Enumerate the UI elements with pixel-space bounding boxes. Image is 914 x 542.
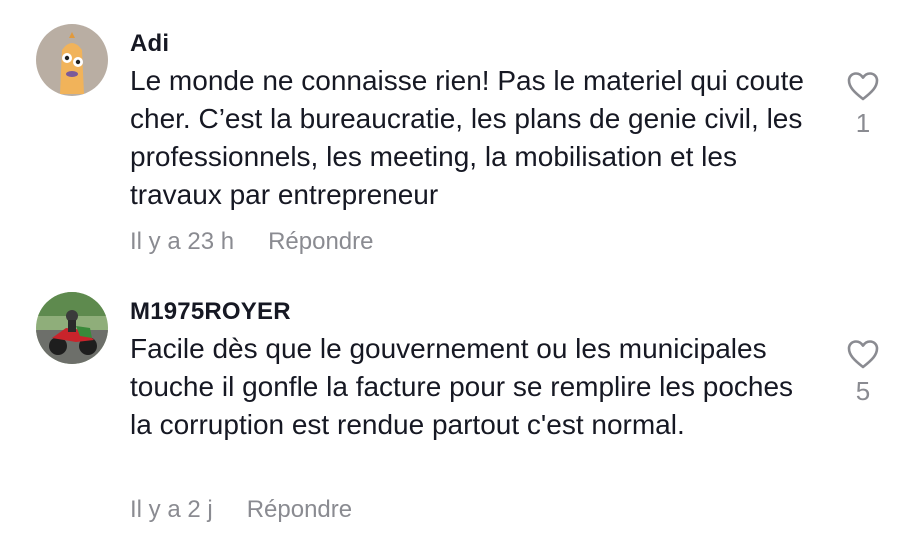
comment-item: M1975ROYER Facile dès que le gouvernemen…	[0, 270, 914, 542]
comment-username[interactable]: Adi	[130, 30, 169, 58]
like-control: 5	[836, 338, 890, 407]
avatar-image	[36, 292, 108, 364]
comment-item: Adi Le monde ne connaisse rien! Pas le m…	[0, 0, 914, 270]
comment-text: Le monde ne connaisse rien! Pas le mater…	[130, 65, 804, 210]
avatar[interactable]	[36, 292, 108, 364]
comment-text: Facile dès que le gouvernement ou les mu…	[130, 333, 794, 440]
avatar[interactable]	[36, 24, 108, 96]
like-count: 5	[855, 376, 871, 406]
heart-outline-icon[interactable]	[846, 70, 880, 102]
like-control: 1	[836, 70, 890, 139]
heart-outline-icon[interactable]	[846, 338, 880, 370]
reply-button[interactable]: Répondre	[268, 228, 373, 256]
comment-username[interactable]: M1975ROYER	[130, 298, 291, 326]
comment-meta: Il y a 2 j Répondre	[130, 496, 352, 524]
comment-timestamp: Il y a 2 j	[130, 496, 213, 523]
avatar-image	[36, 24, 108, 96]
like-count: 1	[855, 108, 871, 138]
comment-meta: Il y a 23 h Répondre	[130, 228, 373, 256]
comment-timestamp: Il y a 23 h	[130, 228, 235, 255]
reply-button[interactable]: Répondre	[247, 496, 352, 524]
